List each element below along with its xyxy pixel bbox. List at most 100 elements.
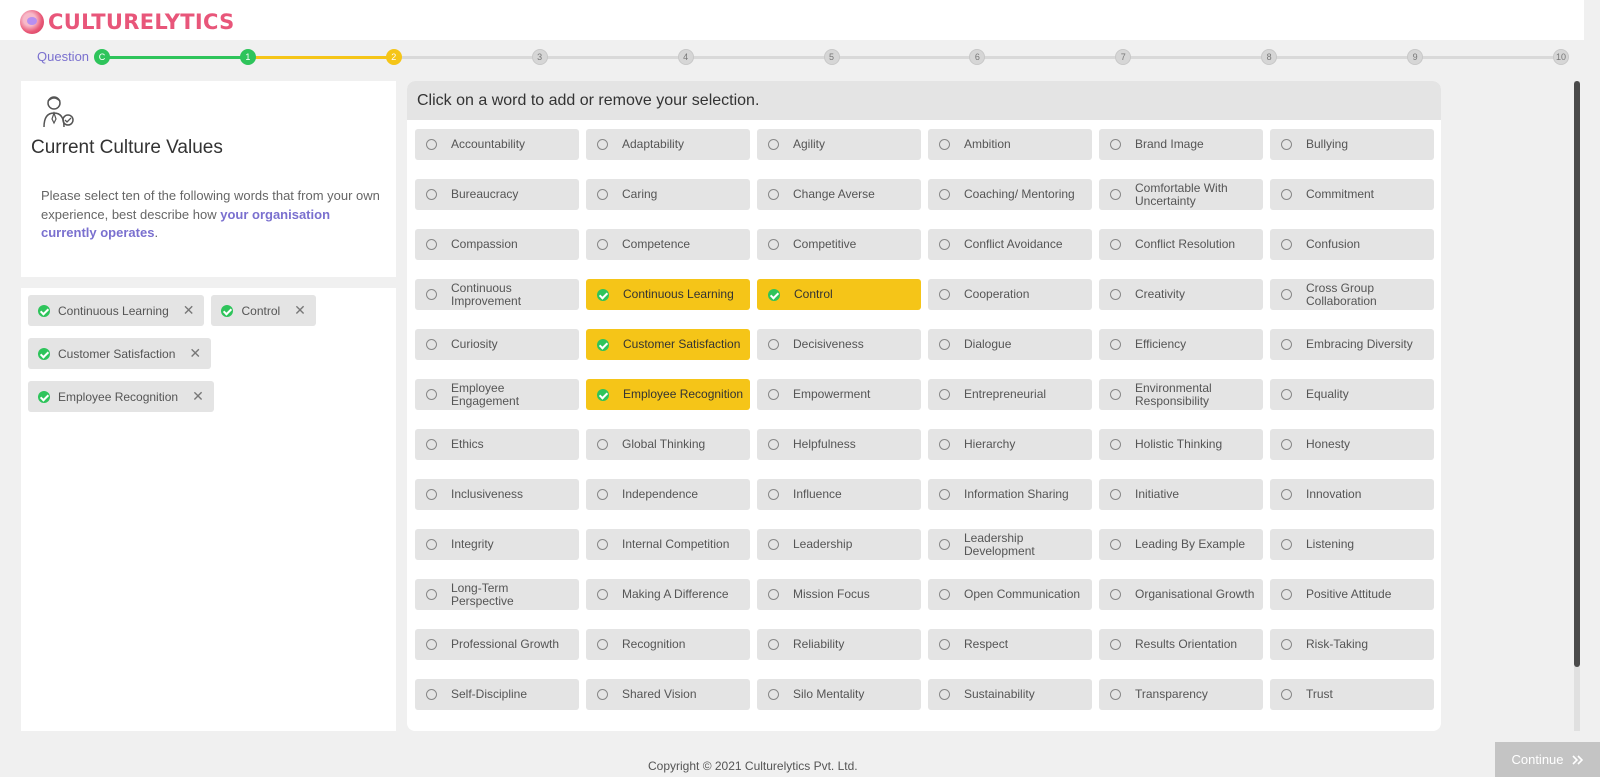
word-option-ethics[interactable]: Ethics: [415, 429, 579, 460]
word-option-positive-attitude[interactable]: Positive Attitude: [1270, 579, 1434, 610]
word-option-open-communication[interactable]: Open Communication: [928, 579, 1092, 610]
word-option-competitive[interactable]: Competitive: [757, 229, 921, 260]
word-option-continuous-improvement[interactable]: Continuous Improvement: [415, 279, 579, 310]
word-option-control[interactable]: Control: [757, 279, 921, 310]
word-grid: Accountability Adaptability Agility Ambitio…: [415, 129, 1434, 710]
word-option-caring[interactable]: Caring: [586, 179, 750, 210]
scrollbar[interactable]: [1574, 81, 1580, 731]
word-option-decisiveness[interactable]: Decisiveness: [757, 329, 921, 360]
progress-track-segment: [1415, 56, 1561, 59]
word-option-entrepreneurial[interactable]: Entrepreneurial: [928, 379, 1092, 410]
word-option-reliability[interactable]: Reliability: [757, 629, 921, 660]
word-option-conflict-resolution[interactable]: Conflict Resolution: [1099, 229, 1263, 260]
word-option-embracing-diversity[interactable]: Embracing Diversity: [1270, 329, 1434, 360]
word-option-internal-competition[interactable]: Internal Competition: [586, 529, 750, 560]
radio-circle-icon: [939, 339, 950, 350]
word-option-coaching-mentoring[interactable]: Coaching/ Mentoring: [928, 179, 1092, 210]
word-option-cooperation[interactable]: Cooperation: [928, 279, 1092, 310]
word-option-efficiency[interactable]: Efficiency: [1099, 329, 1263, 360]
progress-step-10: 10: [1553, 49, 1569, 65]
word-option-holistic-thinking[interactable]: Holistic Thinking: [1099, 429, 1263, 460]
word-option-dialogue[interactable]: Dialogue: [928, 329, 1092, 360]
word-option-information-sharing[interactable]: Information Sharing: [928, 479, 1092, 510]
word-option-creativity[interactable]: Creativity: [1099, 279, 1263, 310]
word-option-employee-engagement[interactable]: Employee Engagement: [415, 379, 579, 410]
word-option-integrity[interactable]: Integrity: [415, 529, 579, 560]
word-option-leadership-development[interactable]: Leadership Development: [928, 529, 1092, 560]
word-option-continuous-learning[interactable]: Continuous Learning: [586, 279, 750, 310]
word-option-making-a-difference[interactable]: Making A Difference: [586, 579, 750, 610]
word-option-shared-vision[interactable]: Shared Vision: [586, 679, 750, 710]
word-option-mission-focus[interactable]: Mission Focus: [757, 579, 921, 610]
word-option-employee-recognition[interactable]: Employee Recognition: [586, 379, 750, 410]
check-circle-icon: [221, 304, 234, 317]
word-option-trust[interactable]: Trust: [1270, 679, 1434, 710]
word-label: Recognition: [622, 637, 686, 652]
radio-circle-icon: [768, 389, 779, 400]
word-option-brand-image[interactable]: Brand Image: [1099, 129, 1263, 160]
continue-button[interactable]: Continue: [1495, 742, 1600, 777]
radio-circle-icon: [426, 289, 437, 300]
remove-chip-icon[interactable]: ✕: [183, 302, 195, 319]
word-label: Empowerment: [793, 387, 871, 402]
word-option-customer-satisfaction[interactable]: Customer Satisfaction: [586, 329, 750, 360]
word-option-recognition[interactable]: Recognition: [586, 629, 750, 660]
word-option-curiosity[interactable]: Curiosity: [415, 329, 579, 360]
word-option-honesty[interactable]: Honesty: [1270, 429, 1434, 460]
word-option-independence[interactable]: Independence: [586, 479, 750, 510]
word-option-comfortable-with-uncertainty[interactable]: Comfortable With Uncertainty: [1099, 179, 1263, 210]
word-option-bureaucracy[interactable]: Bureaucracy: [415, 179, 579, 210]
word-option-respect[interactable]: Respect: [928, 629, 1092, 660]
radio-circle-icon: [768, 689, 779, 700]
radio-circle-icon: [1110, 239, 1121, 250]
word-option-conflict-avoidance[interactable]: Conflict Avoidance: [928, 229, 1092, 260]
word-option-influence[interactable]: Influence: [757, 479, 921, 510]
word-option-commitment[interactable]: Commitment: [1270, 179, 1434, 210]
word-option-cross-group-collaboration[interactable]: Cross Group Collaboration: [1270, 279, 1434, 310]
word-option-results-orientation[interactable]: Results Orientation: [1099, 629, 1263, 660]
word-option-agility[interactable]: Agility: [757, 129, 921, 160]
remove-chip-icon[interactable]: ✕: [189, 345, 201, 362]
word-option-silo-mentality[interactable]: Silo Mentality: [757, 679, 921, 710]
word-option-innovation[interactable]: Innovation: [1270, 479, 1434, 510]
word-option-transparency[interactable]: Transparency: [1099, 679, 1263, 710]
word-option-empowerment[interactable]: Empowerment: [757, 379, 921, 410]
word-option-competence[interactable]: Competence: [586, 229, 750, 260]
word-option-sustainability[interactable]: Sustainability: [928, 679, 1092, 710]
word-option-confusion[interactable]: Confusion: [1270, 229, 1434, 260]
word-option-initiative[interactable]: Initiative: [1099, 479, 1263, 510]
word-option-compassion[interactable]: Compassion: [415, 229, 579, 260]
word-option-long-term-perspective[interactable]: Long-Term Perspective: [415, 579, 579, 610]
word-option-accountability[interactable]: Accountability: [415, 129, 579, 160]
remove-chip-icon[interactable]: ✕: [192, 388, 204, 405]
chip-label: Continuous Learning: [58, 303, 169, 318]
word-option-ambition[interactable]: Ambition: [928, 129, 1092, 160]
word-option-inclusiveness[interactable]: Inclusiveness: [415, 479, 579, 510]
word-label: Creativity: [1135, 287, 1186, 302]
radio-circle-icon: [426, 589, 437, 600]
word-option-adaptability[interactable]: Adaptability: [586, 129, 750, 160]
word-option-risk-taking[interactable]: Risk-Taking: [1270, 629, 1434, 660]
word-option-listening[interactable]: Listening: [1270, 529, 1434, 560]
radio-circle-icon: [768, 539, 779, 550]
word-option-self-discipline[interactable]: Self-Discipline: [415, 679, 579, 710]
word-option-hierarchy[interactable]: Hierarchy: [928, 429, 1092, 460]
word-option-global-thinking[interactable]: Global Thinking: [586, 429, 750, 460]
scroll-thumb[interactable]: [1574, 81, 1580, 667]
word-option-environmental-responsibility[interactable]: Environmental Responsibility: [1099, 379, 1263, 410]
word-option-bullying[interactable]: Bullying: [1270, 129, 1434, 160]
radio-circle-icon: [597, 539, 608, 550]
word-option-leading-by-example[interactable]: Leading By Example: [1099, 529, 1263, 560]
word-label: Making A Difference: [622, 587, 729, 602]
selected-chips: Continuous Learning ✕ Control ✕ Customer Sat…: [28, 295, 390, 412]
remove-chip-icon[interactable]: ✕: [294, 302, 306, 319]
word-option-organisational-growth[interactable]: Organisational Growth: [1099, 579, 1263, 610]
word-option-helpfulness[interactable]: Helpfulness: [757, 429, 921, 460]
word-label: Reliability: [793, 637, 845, 652]
word-label: Information Sharing: [964, 487, 1069, 502]
word-option-equality[interactable]: Equality: [1270, 379, 1434, 410]
word-option-leadership[interactable]: Leadership: [757, 529, 921, 560]
word-option-change-averse[interactable]: Change Averse: [757, 179, 921, 210]
word-option-professional-growth[interactable]: Professional Growth: [415, 629, 579, 660]
radio-circle-icon: [939, 439, 950, 450]
